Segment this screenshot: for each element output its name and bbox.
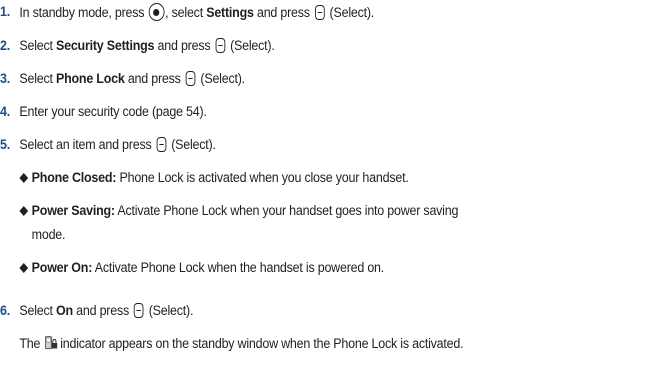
left-softkey-icon: [314, 5, 325, 20]
step-number: 4.: [0, 104, 10, 120]
option-description: Phone Lock is activated when you close y…: [119, 170, 409, 186]
step-text-part: (Select).: [329, 5, 375, 21]
step-text: Select Phone Lock and press (Select).: [19, 70, 245, 88]
center-select-key-icon: [148, 3, 165, 21]
menu-item-label: Phone Lock: [56, 71, 125, 87]
step-text-part: (Select).: [200, 71, 245, 87]
step-text-part: and press: [256, 5, 310, 21]
menu-item-label: Settings: [206, 5, 254, 21]
step-text-part: and press: [127, 71, 181, 87]
step-number: 6.: [0, 303, 10, 319]
step-text-part: and press: [76, 303, 130, 319]
option-description: mode.: [31, 227, 66, 243]
left-softkey-icon: [134, 303, 144, 318]
step-number: 1.: [0, 4, 10, 20]
option-description: Activate Phone Lock when the handset is …: [94, 260, 385, 276]
step-number: 2.: [0, 38, 10, 54]
option-term: Power Saving:: [31, 203, 115, 219]
left-softkey-icon: [156, 137, 167, 152]
note-text: The indicator appears on the standby win…: [19, 335, 463, 353]
step-text-part: Select: [19, 38, 53, 54]
step-text: Select an item and press (Select).: [19, 136, 216, 154]
left-softkey-icon: [185, 71, 196, 86]
step-number: 5.: [0, 137, 10, 153]
menu-item-label: Security Settings: [56, 38, 155, 54]
step-text-part: and press: [157, 38, 211, 54]
option-description: Activate Phone Lock when your handset go…: [117, 203, 459, 219]
manual-page: 1. In standby mode, press , select Setti…: [0, 0, 669, 366]
step-text-part: Select: [19, 71, 53, 87]
menu-item-label: On: [56, 303, 73, 319]
step-number: 3.: [0, 71, 10, 87]
step-text-part: (Select).: [148, 303, 194, 319]
phone-lock-indicator-icon: [45, 336, 58, 350]
option-term: Power On:: [31, 260, 93, 276]
diamond-bullet-icon: [19, 206, 29, 216]
option-text: Power Saving: Activate Phone Lock when y…: [32, 202, 459, 220]
note-text-part: indicator appears on the standby window …: [60, 336, 464, 352]
step-text-part: Select an item and press: [19, 137, 152, 153]
step-text-part: In standby mode, press: [19, 5, 145, 21]
step-text-part: , select: [165, 5, 203, 21]
left-softkey-icon: [215, 38, 226, 53]
step-text-part: Select: [19, 303, 53, 319]
step-text: Select Security Settings and press (Sele…: [19, 37, 275, 55]
option-text: Power On: Activate Phone Lock when the h…: [31, 259, 385, 277]
note-text-part: The: [19, 336, 41, 352]
step-text-part: (Select).: [230, 38, 275, 54]
diamond-bullet-icon: [19, 263, 29, 273]
option-text: Phone Closed: Phone Lock is activated wh…: [32, 169, 409, 187]
step-text: Select On and press (Select).: [19, 302, 193, 320]
step-text: In standby mode, press , select Settings…: [19, 3, 374, 22]
option-term: Phone Closed:: [31, 170, 117, 186]
step-text-part: (Select).: [171, 137, 216, 153]
diamond-bullet-icon: [19, 173, 29, 183]
step-text: Enter your security code (page 54).: [19, 104, 207, 120]
